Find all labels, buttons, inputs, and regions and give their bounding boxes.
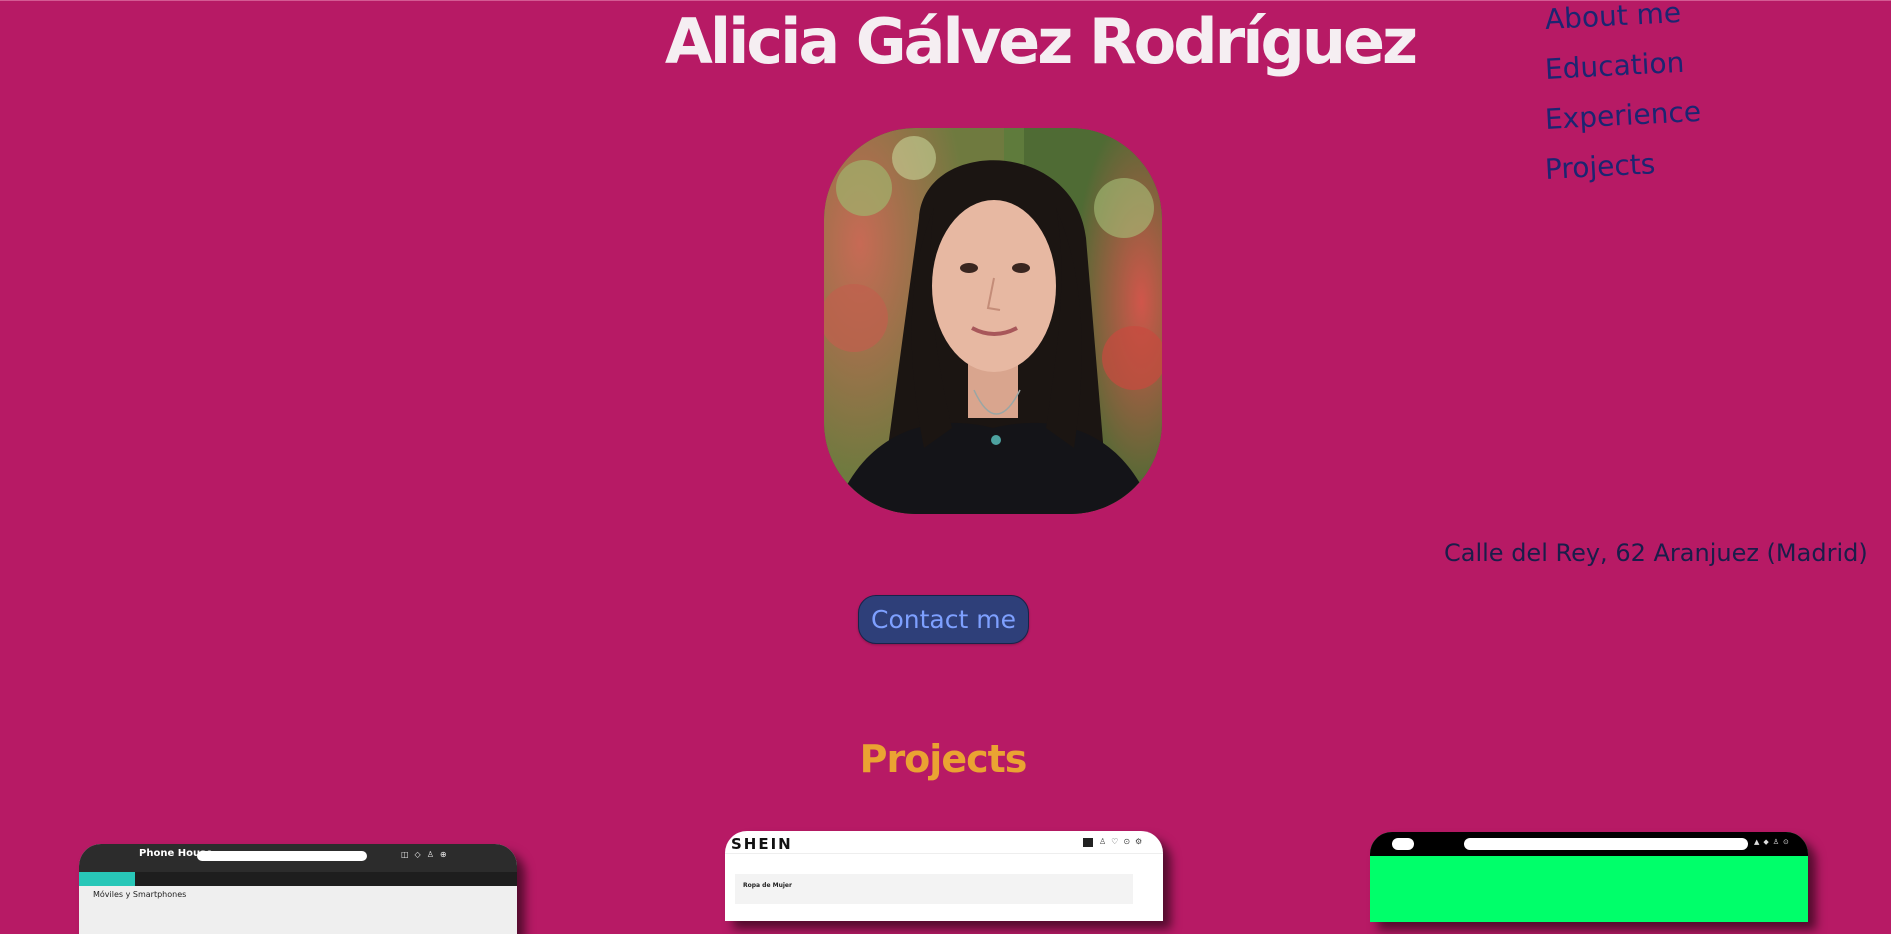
nav-link-about[interactable]: About me [1544,0,1682,36]
nav-link-education[interactable]: Education [1544,46,1685,86]
project-preview-header: ▲◆♙⊙ [1370,832,1808,856]
contact-button[interactable]: Contact me [858,595,1029,644]
search-icon [1083,838,1093,847]
project-preview-pill [1392,838,1414,850]
projects-heading: Projects [859,737,1028,781]
project-brand-logo: SHEIN [731,835,793,853]
project-preview-header: SHEIN ♙♡⊙⚙ [725,831,1163,854]
project-preview-nav [79,872,517,886]
main-nav: About me Education Experience Projects [1544,0,1805,193]
project-card-phonehouse[interactable]: Phone House ◫◇♙⊕ Móviles y Smartphones [79,844,517,934]
nav-link-experience[interactable]: Experience [1544,95,1702,136]
project-preview-title: Móviles y Smartphones [93,890,187,899]
project-preview-icons: ♙♡⊙⚙ [1099,837,1148,846]
project-preview-search [1464,838,1748,850]
project-card-spotify[interactable]: ▲◆♙⊙ [1370,832,1808,922]
project-preview-accent [79,872,135,886]
project-preview-menu [725,854,1163,868]
project-preview-icons: ▲◆♙⊙ [1754,838,1793,846]
project-card-shein[interactable]: SHEIN ♙♡⊙⚙ Ropa de Mujer [725,831,1163,921]
project-preview-icons: ◫◇♙⊕ [401,850,453,859]
profile-photo [824,128,1162,514]
nav-link-projects[interactable]: Projects [1544,147,1656,186]
address-text: Calle del Rey, 62 Aranjuez (Madrid) [1444,539,1868,567]
project-preview-header: Phone House ◫◇♙⊕ [79,844,517,872]
project-preview-search [197,851,367,861]
project-preview-title: Ropa de Mujer [735,874,1133,904]
